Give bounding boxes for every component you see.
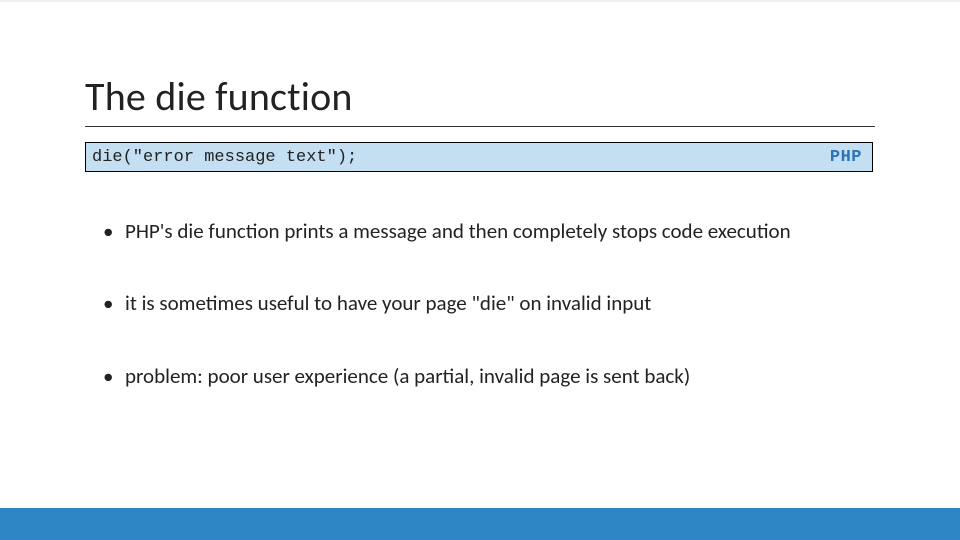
bullet-item: PHP's die function prints a message and … [85, 218, 875, 244]
bullet-item: it is sometimes useful to have your page… [85, 290, 875, 316]
title-underline [85, 126, 875, 127]
code-box: die("error message text"); PHP [85, 142, 873, 172]
bullet-item: problem: poor user experience (a partial… [85, 363, 875, 389]
bullet-list: PHP's die function prints a message and … [85, 218, 875, 435]
code-text: die("error message text"); [92, 148, 357, 167]
code-lang-label: PHP [830, 148, 862, 167]
top-border [0, 0, 960, 2]
slide-title: The die function [85, 72, 353, 121]
slide: The die function die("error message text… [0, 0, 960, 540]
bottom-accent-bar [0, 508, 960, 540]
